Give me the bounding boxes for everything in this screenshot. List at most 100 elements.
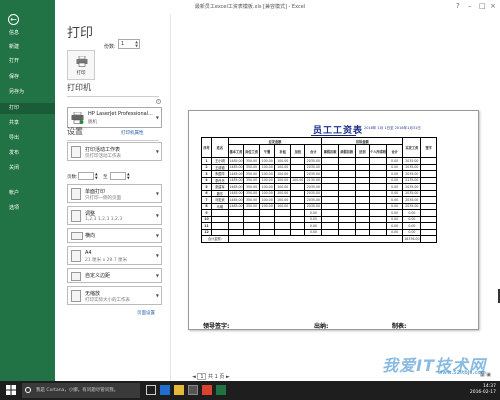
printer-properties-link[interactable]: 打印机属性 [121, 130, 144, 136]
landscape-icon [71, 232, 83, 240]
divider [67, 140, 159, 141]
setting-main: A4 [85, 250, 92, 256]
setting-sub: 1,2,3 1,2,3 1,2,3 [85, 217, 123, 222]
pages-range: 页数: ▲ ▼ 至 ▲ ▼ [67, 172, 162, 182]
sidebar-item-save[interactable]: 保存 [0, 72, 55, 83]
zoom-to-page-icon[interactable]: ▣ [486, 372, 491, 378]
leader-signature-label: 领导签字: [203, 323, 230, 330]
copies-value: 1 [121, 41, 125, 47]
chevron-down-icon: ▼ [155, 191, 159, 196]
header-sick-deduct: 病假扣款 [337, 144, 356, 158]
sidebar-item-export[interactable]: 导出 [0, 133, 55, 144]
total-spacer [227, 235, 404, 243]
close-button[interactable]: × [490, 2, 496, 10]
printer-icon [71, 112, 84, 124]
minimize-button[interactable]: – [468, 2, 472, 10]
back-arrow-icon[interactable]: ← [8, 14, 19, 25]
window-title: 最新员工excel工资表模板.xls [兼容模式] - Excel [194, 4, 306, 10]
app-icon[interactable] [202, 385, 212, 395]
header-signature: 签字 [420, 137, 437, 158]
print-button[interactable]: 打印 [67, 50, 95, 80]
next-page-icon[interactable]: ► [226, 374, 230, 380]
spin-arrows-icon[interactable]: ▲ ▼ [127, 172, 130, 180]
printer-dropdown[interactable]: HP LaserJet Professional... 脱机 ▼ [67, 107, 162, 128]
sidebar-item-close[interactable]: 关闭 [0, 163, 55, 174]
printer-name: HP LaserJet Professional... [88, 111, 153, 117]
sides-dropdown[interactable]: 单面打印 只打印一侧的页面 ▼ [67, 184, 162, 203]
chevron-down-icon: ▼ [155, 253, 159, 258]
sidebar-item-open[interactable]: 打开 [0, 56, 55, 67]
chevron-down-icon: ▼ [155, 115, 159, 120]
search-placeholder: 我是 Cortana，小娜。有问题尽管问我。 [36, 388, 119, 393]
header-name: 姓名 [211, 137, 229, 158]
margins-icon [71, 272, 81, 281]
clock-date: 2016-02-17 [469, 390, 496, 395]
sidebar-item-share[interactable]: 共享 [0, 118, 55, 129]
excel-icon[interactable] [216, 385, 226, 395]
window-title-bar: 最新员工excel工资表模板.xls [兼容模式] - Excel ? – □ … [0, 0, 500, 14]
watermark-logo: 我爱IT技术网 www.52itbjs.com [382, 352, 486, 376]
header-leave-deduct: 事假扣款 [321, 144, 339, 158]
help-icon[interactable]: ? [456, 2, 460, 10]
system-tray[interactable]: 14:37 2016-02-17 [470, 384, 496, 396]
header-earn-total: 合计 [304, 144, 323, 158]
pages-label: 页数: [67, 175, 78, 180]
header-ded-total: 合计 [385, 144, 404, 158]
copies-stepper[interactable]: 1 ▲ ▼ [118, 39, 140, 49]
header-overtime: 加班 [289, 144, 306, 158]
printer-status: 脱机 [88, 120, 97, 125]
header-deductions: 扣除金额 [321, 137, 404, 145]
sidebar-item-new[interactable]: 新建 [0, 42, 55, 53]
header-lunch: 午餐 [258, 144, 276, 158]
copies-label: 份数: [104, 44, 116, 50]
header-base-pay: 基本工资 [227, 144, 245, 158]
setting-main: 单面打印 [85, 189, 106, 195]
print-settings-pane: 打印 份数: 1 ▲ ▼ 打印 打印机 i HP LaserJet Profess… [55, 14, 170, 381]
preview-page: 员工工资表 2016年 1月 1日至 2016年1月31日 序号 姓名 应发金额… [188, 110, 479, 330]
pages-to-input[interactable] [110, 172, 126, 180]
header-late: 迟到 [354, 144, 371, 158]
printer-icon [76, 56, 88, 67]
setting-sub: 打印实际大小的工作表 [85, 298, 130, 303]
header-sn: 序号 [200, 137, 213, 158]
print-scope-dropdown[interactable]: 打印活动工作表 仅打印活动工作表 ▼ [67, 142, 162, 161]
maximize-button[interactable]: □ [479, 2, 486, 10]
pages-from-input[interactable] [78, 172, 94, 180]
sidebar-item-print[interactable]: 打印 [0, 103, 55, 114]
orientation-dropdown[interactable]: 横向 ▼ [67, 228, 162, 243]
scaling-icon [71, 290, 81, 302]
windows-start-icon[interactable] [6, 385, 16, 395]
sidebar-item-account[interactable]: 帐户 [0, 188, 55, 199]
cortana-search-box[interactable]: 我是 Cortana，小娜。有问题尽管问我。 [22, 383, 140, 398]
sidebar-item-publish[interactable]: 发布 [0, 148, 55, 159]
paper-icon [71, 250, 81, 262]
prev-page-icon[interactable]: ◄ [192, 374, 196, 380]
header-allowance: 补贴 [274, 144, 292, 158]
sidebar-item-info[interactable]: 信息 [0, 28, 55, 39]
setting-main: 横向 [85, 233, 96, 239]
edge-icon[interactable] [160, 385, 170, 395]
cortana-icon [25, 387, 31, 393]
page-total: 共 1 页 [208, 374, 225, 380]
sidebar-item-options[interactable]: 选项 [0, 203, 55, 214]
spin-arrows-icon[interactable]: ▲ ▼ [135, 40, 138, 48]
margins-dropdown[interactable]: 自定义边距 ▼ [67, 268, 162, 283]
spin-arrows-icon[interactable]: ▲ ▼ [95, 172, 98, 180]
file-explorer-icon[interactable] [174, 385, 184, 395]
payroll-body: 1 王小明 1485.00 350.00 100.00 100.00 2035.00 0.00… [200, 157, 437, 236]
store-icon[interactable] [188, 385, 198, 395]
scaling-dropdown[interactable]: 无缩放 打印实际大小的工作表 ▼ [67, 286, 162, 305]
collate-dropdown[interactable]: 调整 1,2,3 1,2,3 1,2,3 ▼ [67, 206, 162, 225]
task-view-icon[interactable] [146, 385, 156, 395]
info-icon[interactable]: i [156, 99, 161, 104]
title-underline [311, 135, 356, 136]
page-setup-link[interactable]: 页面设置 [137, 310, 155, 316]
current-page-input[interactable]: 1 [197, 373, 207, 380]
sidebar-item-save-as[interactable]: 另存为 [0, 87, 55, 98]
watermark-url: www.52itbjs.com [437, 370, 486, 376]
chevron-down-icon: ▼ [155, 293, 159, 298]
chevron-down-icon: ▼ [155, 149, 159, 154]
paper-size-dropdown[interactable]: A4 21 厘米 x 29.7 厘米 ▼ [67, 246, 162, 265]
setting-sub: 仅打印活动工作表 [85, 154, 121, 159]
worksheet-icon [71, 146, 81, 158]
